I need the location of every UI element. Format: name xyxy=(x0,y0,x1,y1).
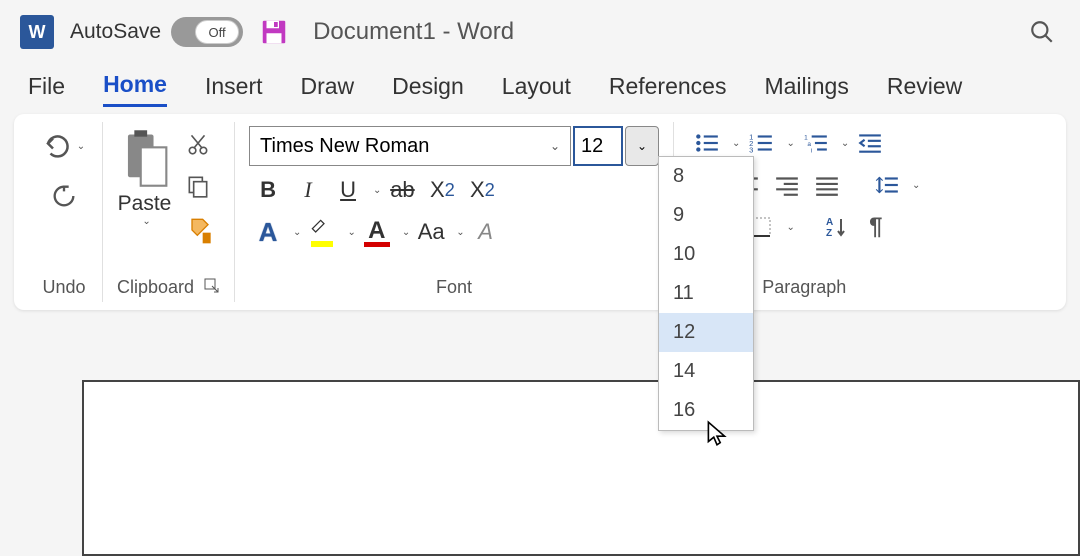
bold-button[interactable]: B xyxy=(249,172,287,208)
search-button[interactable] xyxy=(1024,14,1060,50)
clipboard-group: Paste ⌄ Clipboard xyxy=(102,122,234,302)
chevron-down-icon: ⌄ xyxy=(456,227,464,238)
format-painter-button[interactable] xyxy=(180,210,220,250)
text-effects-button[interactable]: A xyxy=(249,214,287,250)
document-title: Document1 - Word xyxy=(313,18,514,46)
font-size-dropdown-button[interactable]: ⌄ xyxy=(625,126,659,166)
font-group-label: Font xyxy=(436,273,472,298)
ribbon-tabs: File Home Insert Draw Design Layout Refe… xyxy=(0,64,1080,114)
ribbon: ⌄ Undo Paste ⌄ xyxy=(14,114,1066,310)
font-size-dropdown-list: 8 9 10 11 12 14 16 xyxy=(658,156,754,431)
sort-button[interactable]: AZ xyxy=(817,210,855,244)
svg-text:i: i xyxy=(810,148,811,154)
font-name-value: Times New Roman xyxy=(260,135,429,158)
undo-group: ⌄ Undo xyxy=(26,122,102,302)
chevron-down-icon: ⌄ xyxy=(77,141,85,152)
font-size-value: 12 xyxy=(581,135,603,158)
copy-button[interactable] xyxy=(180,168,216,204)
tab-design[interactable]: Design xyxy=(392,73,464,106)
tab-mailings[interactable]: Mailings xyxy=(764,73,848,106)
svg-text:Z: Z xyxy=(826,228,832,239)
paragraph-group-label: Paragraph xyxy=(762,273,846,298)
toggle-switch[interactable]: Off xyxy=(171,17,243,47)
undo-button[interactable]: ⌄ xyxy=(40,126,88,166)
cut-button[interactable] xyxy=(180,126,216,162)
tab-draw[interactable]: Draw xyxy=(301,73,355,106)
chevron-down-icon: ⌄ xyxy=(841,138,849,149)
tab-file[interactable]: File xyxy=(28,73,65,106)
chevron-down-icon: ⌄ xyxy=(142,216,150,227)
paste-button[interactable]: Paste ⌄ xyxy=(118,126,172,227)
multilevel-list-button[interactable]: 1ai xyxy=(797,126,835,160)
clipboard-group-label: Clipboard xyxy=(117,273,194,298)
change-case-button[interactable]: Aa xyxy=(412,214,450,250)
show-paragraph-marks-button[interactable]: ¶ xyxy=(857,210,895,244)
highlight-button[interactable] xyxy=(303,214,341,250)
tab-references[interactable]: References xyxy=(609,73,727,106)
tab-home[interactable]: Home xyxy=(103,71,167,107)
title-bar: W AutoSave Off Document1 - Word xyxy=(0,0,1080,64)
font-size-option[interactable]: 9 xyxy=(659,196,753,235)
font-size-option[interactable]: 14 xyxy=(659,352,753,391)
font-name-combobox[interactable]: Times New Roman ⌄ xyxy=(249,126,571,166)
autosave-label: AutoSave xyxy=(70,20,161,44)
chevron-down-icon: ⌄ xyxy=(732,138,740,149)
toggle-knob: Off xyxy=(195,20,239,44)
italic-button[interactable]: I xyxy=(289,172,327,208)
tab-insert[interactable]: Insert xyxy=(205,73,263,106)
mouse-cursor-icon xyxy=(706,420,728,455)
font-color-icon: A xyxy=(362,217,392,247)
font-size-option[interactable]: 8 xyxy=(659,157,753,196)
save-button[interactable] xyxy=(259,17,289,47)
clear-formatting-button[interactable]: A xyxy=(467,214,505,250)
chevron-down-icon: ⌄ xyxy=(637,139,647,153)
tab-layout[interactable]: Layout xyxy=(502,73,571,106)
chevron-down-icon: ⌄ xyxy=(912,180,920,191)
numbering-button[interactable]: 123 xyxy=(742,126,780,160)
justify-button[interactable] xyxy=(808,168,846,202)
font-size-option-selected[interactable]: 12 xyxy=(659,313,753,352)
clipboard-launcher-icon[interactable] xyxy=(204,278,220,294)
chevron-down-icon: ⌄ xyxy=(786,138,794,149)
document-page[interactable] xyxy=(82,380,1080,556)
chevron-down-icon: ⌄ xyxy=(550,139,560,153)
font-color-button[interactable]: A xyxy=(358,214,396,250)
word-app-icon: W xyxy=(20,15,54,49)
tab-review[interactable]: Review xyxy=(887,73,962,106)
underline-button[interactable]: U xyxy=(329,172,367,208)
font-size-option[interactable]: 11 xyxy=(659,274,753,313)
bullets-button[interactable] xyxy=(688,126,726,160)
chevron-down-icon: ⌄ xyxy=(402,227,410,238)
highlight-icon xyxy=(307,217,337,247)
paste-label: Paste xyxy=(118,192,172,216)
chevron-down-icon: ⌄ xyxy=(293,227,301,238)
subscript-button[interactable]: X2 xyxy=(423,172,461,208)
chevron-down-icon: ⌄ xyxy=(786,222,794,233)
repeat-button[interactable] xyxy=(40,176,88,216)
chevron-down-icon: ⌄ xyxy=(347,227,355,238)
align-right-button[interactable] xyxy=(768,168,806,202)
font-group: Times New Roman ⌄ 12 ⌄ B I U ⌄ ab X2 X2 xyxy=(234,122,673,302)
svg-text:3: 3 xyxy=(750,146,754,154)
autosave-toggle[interactable]: AutoSave Off xyxy=(70,17,243,47)
strikethrough-button[interactable]: ab xyxy=(383,172,421,208)
chevron-down-icon: ⌄ xyxy=(373,185,381,196)
font-size-option[interactable]: 10 xyxy=(659,235,753,274)
superscript-button[interactable]: X2 xyxy=(463,172,501,208)
font-size-combobox[interactable]: 12 xyxy=(573,126,623,166)
undo-group-label: Undo xyxy=(42,273,85,298)
line-spacing-button[interactable] xyxy=(868,168,906,202)
decrease-indent-button[interactable] xyxy=(851,126,889,160)
svg-text:A: A xyxy=(826,217,833,228)
